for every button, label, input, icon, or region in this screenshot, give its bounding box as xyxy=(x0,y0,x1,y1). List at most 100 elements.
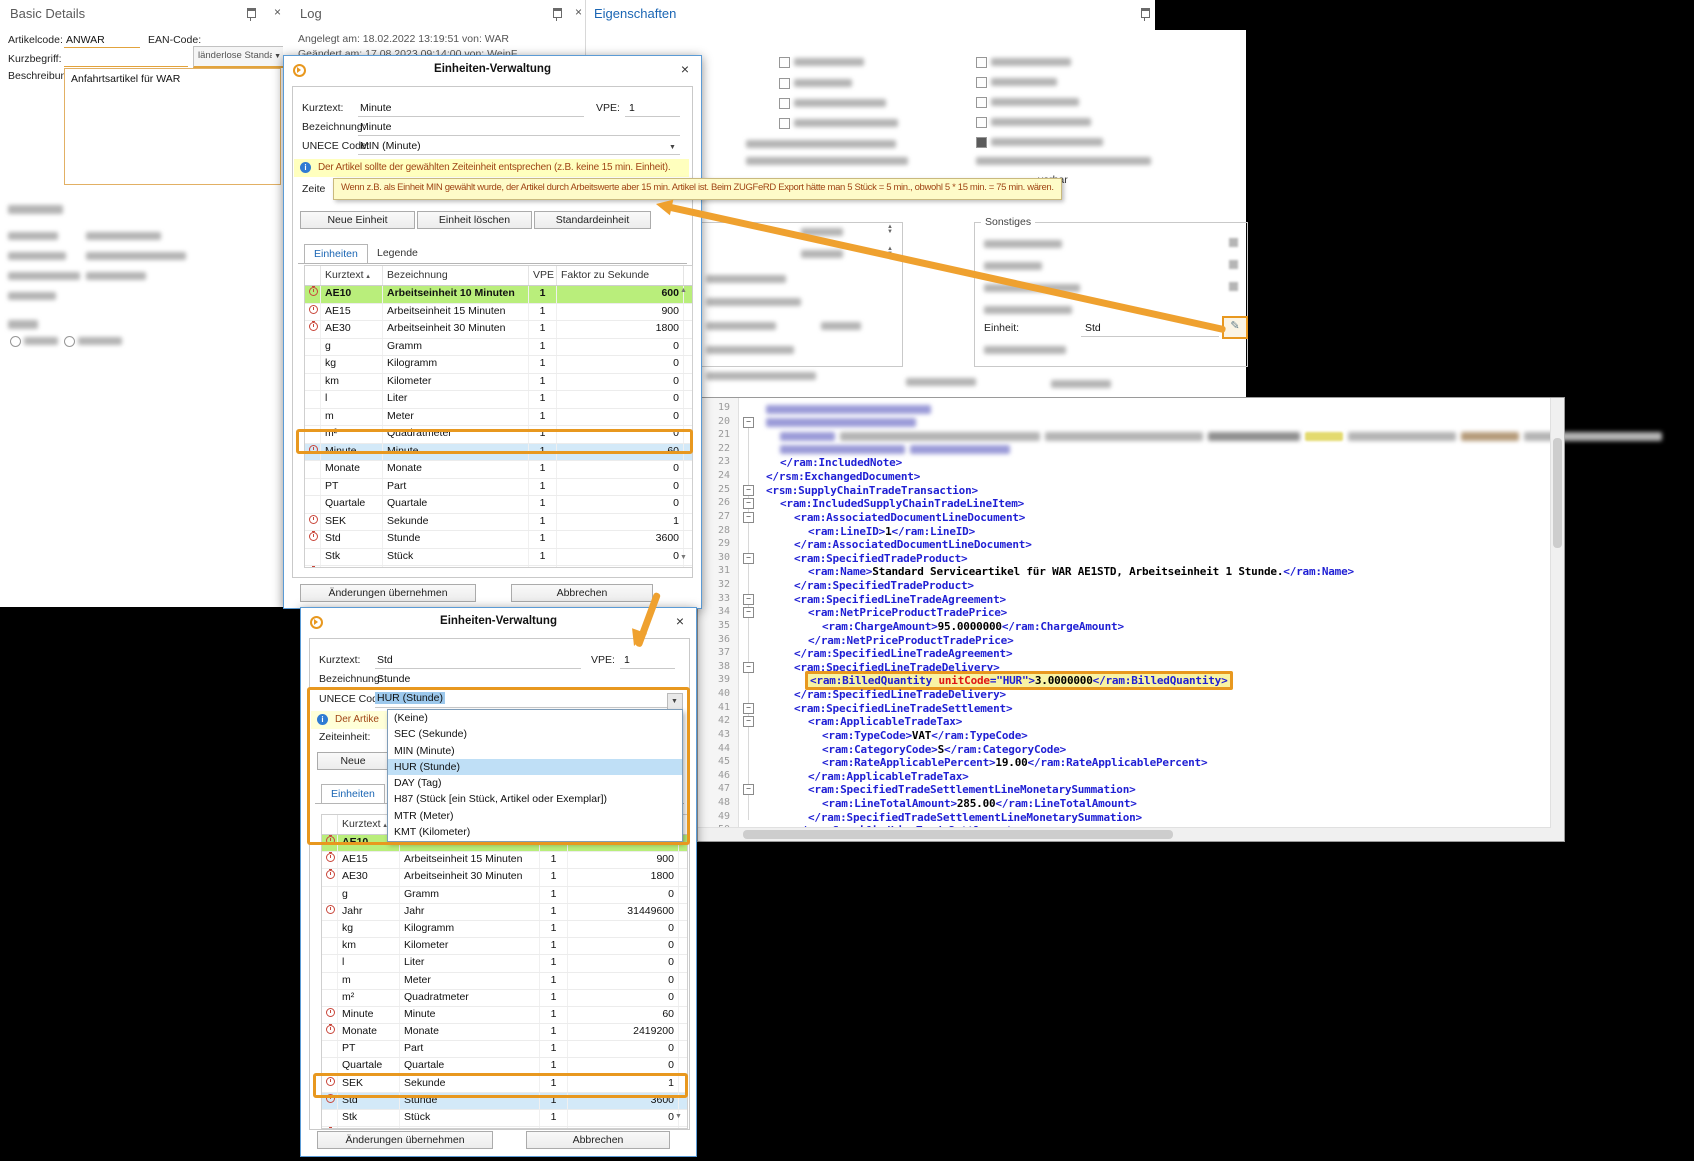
fold-icon[interactable]: − xyxy=(743,553,754,564)
tab-einheiten[interactable]: Einheiten xyxy=(304,244,368,264)
radio-button[interactable] xyxy=(10,336,21,347)
scroll-up-icon[interactable]: ▲ xyxy=(680,287,687,294)
xml-line: 40</ram:SpecifiedLineTradeDelivery> xyxy=(698,688,1550,702)
horizontal-scrollbar[interactable] xyxy=(698,827,1564,841)
column-bezeichnung[interactable]: Bezeichnung xyxy=(383,266,529,285)
table-row[interactable]: StdStunde13600 xyxy=(322,1093,687,1110)
chevron-down-icon[interactable]: ▼ xyxy=(669,144,676,151)
table-row[interactable]: gGramm10 xyxy=(322,887,687,904)
einheit-loeschen-button[interactable]: Einheit löschen xyxy=(417,211,532,229)
dropdown-item[interactable]: (Keine) xyxy=(388,710,682,726)
unece-combobox[interactable]: HUR (Stunde) xyxy=(375,692,445,704)
vertical-scrollbar[interactable] xyxy=(1550,398,1564,828)
table-row[interactable]: SEKSekunde11 xyxy=(322,1076,687,1093)
beschreibung-textarea[interactable]: Anfahrtsartikel für WAR xyxy=(64,68,281,185)
uebernehmen-button[interactable]: Änderungen übernehmen xyxy=(300,584,476,602)
kurzbegriff-field[interactable] xyxy=(64,66,188,67)
pin-icon[interactable] xyxy=(247,8,256,18)
uebernehmen-button[interactable]: Änderungen übernehmen xyxy=(317,1131,493,1149)
vpe-value[interactable]: 1 xyxy=(624,654,630,666)
xml-line: 20− xyxy=(698,416,1550,430)
column-faktor[interactable]: Faktor zu Sekunde xyxy=(557,266,684,285)
bezeichnung-value[interactable]: Stunde xyxy=(377,673,410,685)
table-row[interactable]: lLiter10 xyxy=(322,955,687,972)
radio-button[interactable] xyxy=(64,336,75,347)
column-kurztext[interactable]: Kurztext ▲ xyxy=(321,266,383,285)
table-row[interactable]: MonateMonate10 xyxy=(305,461,692,479)
fold-icon[interactable]: − xyxy=(743,417,754,428)
fold-icon[interactable]: − xyxy=(743,784,754,795)
table-row[interactable]: lLiter10 xyxy=(305,391,692,409)
table-row[interactable]: mMeter10 xyxy=(305,409,692,427)
vpe-value[interactable]: 1 xyxy=(629,102,635,114)
table-row[interactable]: AE30Arbeitseinheit 30 Minuten11800 xyxy=(305,321,692,339)
dropdown-item[interactable]: HUR (Stunde) xyxy=(388,759,682,775)
table-row[interactable]: mMeter10 xyxy=(322,973,687,990)
table-row[interactable]: AE30Arbeitseinheit 30 Minuten11800 xyxy=(322,869,687,886)
fold-icon[interactable]: − xyxy=(743,512,754,523)
table-row[interactable]: StdStunde13600 xyxy=(305,531,692,549)
close-icon[interactable]: × xyxy=(676,613,684,629)
close-icon[interactable]: × xyxy=(575,6,582,18)
table-row[interactable]: PTPart10 xyxy=(305,479,692,497)
kurztext-value[interactable]: Minute xyxy=(360,102,392,114)
fold-icon[interactable]: − xyxy=(743,498,754,509)
cell-faktor: 1 xyxy=(568,1076,679,1092)
artikelcode-value[interactable]: ANWAR xyxy=(66,34,105,46)
tab-einheiten[interactable]: Einheiten xyxy=(321,784,385,804)
close-icon[interactable]: × xyxy=(274,6,281,18)
table-row[interactable]: kgKilogramm10 xyxy=(305,356,692,374)
table-row[interactable]: MinuteMinute160 xyxy=(305,444,692,462)
dropdown-item[interactable]: MTR (Meter) xyxy=(388,808,682,824)
neue-einheit-button[interactable]: Neue xyxy=(317,752,389,770)
table-row[interactable]: QuartaleQuartale10 xyxy=(305,496,692,514)
column-vpe[interactable]: VPE xyxy=(529,266,557,285)
table-row[interactable]: MinuteMinute160 xyxy=(322,1007,687,1024)
unece-combobox[interactable]: MIN (Minute) xyxy=(360,140,421,152)
tab-legende[interactable]: Legende xyxy=(368,244,427,262)
table-row[interactable]: Tag8h Tag186400 xyxy=(305,566,692,568)
table-row[interactable]: SEKSekunde11 xyxy=(305,514,692,532)
bezeichnung-value[interactable]: Minute xyxy=(360,121,392,133)
standardeinheit-button[interactable]: Standardeinheit xyxy=(534,211,651,229)
kurztext-value[interactable]: Std xyxy=(377,654,393,666)
pin-icon[interactable] xyxy=(553,8,562,18)
dropdown-item[interactable]: DAY (Tag) xyxy=(388,775,682,791)
fold-icon[interactable]: − xyxy=(743,485,754,496)
table-row[interactable]: kgKilogramm10 xyxy=(322,921,687,938)
close-icon[interactable]: × xyxy=(681,61,689,77)
table-row[interactable]: StkStück10 xyxy=(305,549,692,567)
scroll-down-icon[interactable]: ▼ xyxy=(675,1113,682,1120)
table-row[interactable]: AE15Arbeitseinheit 15 Minuten1900 xyxy=(322,852,687,869)
fold-icon[interactable]: − xyxy=(743,607,754,618)
table-row[interactable]: kmKilometer10 xyxy=(322,938,687,955)
combo-button[interactable]: ▼ xyxy=(667,693,683,710)
table-row[interactable]: m²Quadratmeter10 xyxy=(305,426,692,444)
pin-icon[interactable] xyxy=(1141,8,1150,18)
table-row[interactable]: Tag8h Tag186400 xyxy=(322,1127,687,1129)
dropdown-item[interactable]: H87 (Stück [ein Stück, Artikel oder Exem… xyxy=(388,791,682,807)
table-row[interactable]: PTPart10 xyxy=(322,1041,687,1058)
dropdown-item[interactable]: MIN (Minute) xyxy=(388,743,682,759)
table-row[interactable]: JahrJahr131449600 xyxy=(322,904,687,921)
fold-icon[interactable]: − xyxy=(743,703,754,714)
fold-icon[interactable]: − xyxy=(743,716,754,727)
abbrechen-button[interactable]: Abbrechen xyxy=(511,584,653,602)
dropdown-item[interactable]: KMT (Kilometer) xyxy=(388,824,682,840)
table-row[interactable]: StkStück10 xyxy=(322,1110,687,1127)
table-row[interactable]: kmKilometer10 xyxy=(305,374,692,392)
fold-icon[interactable]: − xyxy=(743,662,754,673)
table-row[interactable]: QuartaleQuartale10 xyxy=(322,1058,687,1075)
table-row[interactable]: AE10Arbeitseinheit 10 Minuten1600 xyxy=(305,286,692,304)
standard-dropdown[interactable]: länderlose Standar ▼ xyxy=(193,46,285,68)
table-row[interactable]: AE15Arbeitseinheit 15 Minuten1900 xyxy=(305,304,692,322)
abbrechen-button[interactable]: Abbrechen xyxy=(526,1131,670,1149)
fold-icon[interactable]: − xyxy=(743,594,754,605)
dropdown-item[interactable]: SEC (Sekunde) xyxy=(388,726,682,742)
edit-unit-button[interactable]: ✎ xyxy=(1222,316,1248,339)
scroll-down-icon[interactable]: ▼ xyxy=(680,554,687,561)
table-row[interactable]: gGramm10 xyxy=(305,339,692,357)
neue-einheit-button[interactable]: Neue Einheit xyxy=(300,211,415,229)
table-row[interactable]: m²Quadratmeter10 xyxy=(322,990,687,1007)
table-row[interactable]: MonateMonate12419200 xyxy=(322,1024,687,1041)
